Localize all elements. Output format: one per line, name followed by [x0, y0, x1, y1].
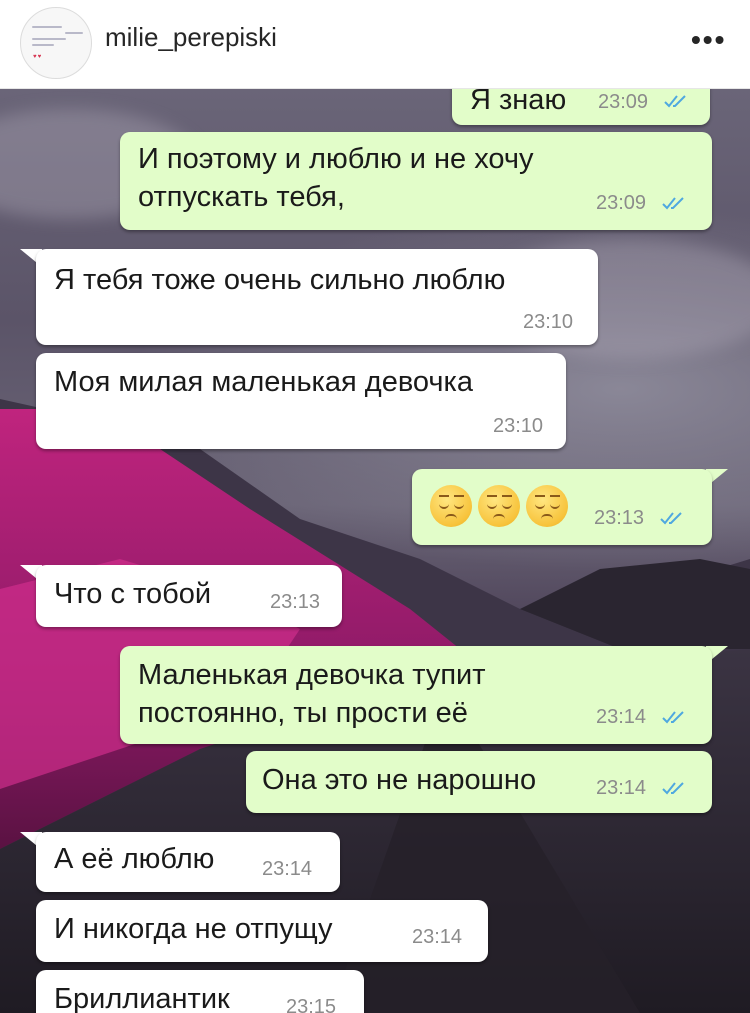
message-bubble-outgoing[interactable]: 23:13	[412, 469, 712, 545]
message-time: 23:14	[262, 858, 313, 880]
message-time: 23:14	[412, 926, 463, 948]
message-text: Я знаю	[470, 89, 567, 116]
message-bubble-incoming[interactable]: А её люблю 23:14	[36, 832, 340, 892]
message-bubble-incoming[interactable]: Что с тобой 23:13	[36, 565, 342, 627]
message-bubble-incoming[interactable]: Бриллиантик 23:15	[36, 970, 364, 1013]
double-check-icon	[662, 197, 684, 210]
pensive-face-emoji	[478, 485, 520, 527]
message-bubble-outgoing[interactable]: Она это не нарошно 23:14	[246, 751, 712, 813]
message-time: 23:13	[270, 591, 321, 613]
heart-icons: ♥♥	[33, 54, 43, 60]
double-check-icon	[662, 782, 684, 795]
message-text: Она это не нарошно	[262, 764, 537, 796]
double-check-icon	[664, 95, 686, 108]
message-bubble-outgoing[interactable]: Маленькая девочка тупит постоянно, ты пр…	[120, 646, 712, 744]
message-text-line1: Маленькая девочка тупит	[138, 659, 486, 691]
message-bubble-outgoing[interactable]: И поэтому и люблю и не хочу отпускать те…	[120, 132, 712, 230]
message-text-line2: постоянно, ты прости её	[138, 697, 468, 729]
message-time: 23:14	[596, 777, 647, 799]
message-text-line2: отпускать тебя,	[138, 181, 345, 213]
message-text: А её люблю	[54, 843, 215, 875]
message-text: Я тебя тоже очень сильно люблю	[54, 264, 506, 296]
message-bubble-outgoing[interactable]: Я знаю 23:09	[452, 89, 710, 125]
pensive-face-emoji	[430, 485, 472, 527]
message-text: Моя милая маленькая девочка	[54, 366, 473, 398]
message-time: 23:09	[596, 192, 647, 214]
message-time: 23:10	[493, 415, 544, 437]
message-text: Что с тобой	[54, 578, 212, 610]
message-time: 23:09	[598, 91, 649, 113]
message-text: И никогда не отпущу	[54, 913, 333, 945]
message-bubble-incoming[interactable]: Моя милая маленькая девочка 23:10	[36, 353, 566, 449]
message-time: 23:10	[523, 311, 574, 333]
message-time: 23:14	[596, 706, 647, 728]
profile-username[interactable]: milie_perepiski	[105, 22, 277, 53]
ellipsis-icon[interactable]: •••	[691, 26, 726, 54]
message-bubble-incoming[interactable]: И никогда не отпущу 23:14	[36, 900, 488, 962]
post-header: ♥♥ milie_perepiski •••	[0, 0, 750, 89]
pensive-face-emoji	[526, 485, 568, 527]
message-text: Бриллиантик	[54, 983, 230, 1013]
message-time: 23:15	[286, 996, 337, 1013]
double-check-icon	[660, 512, 682, 525]
message-time: 23:13	[594, 507, 645, 529]
message-bubble-incoming[interactable]: Я тебя тоже очень сильно люблю 23:10	[36, 249, 598, 345]
chat-screenshot: Я знаю 23:09 И поэтому и люблю и не хочу…	[0, 89, 750, 1013]
profile-avatar[interactable]: ♥♥	[20, 7, 92, 79]
double-check-icon	[662, 711, 684, 724]
message-text-line1: И поэтому и люблю и не хочу	[138, 143, 534, 175]
